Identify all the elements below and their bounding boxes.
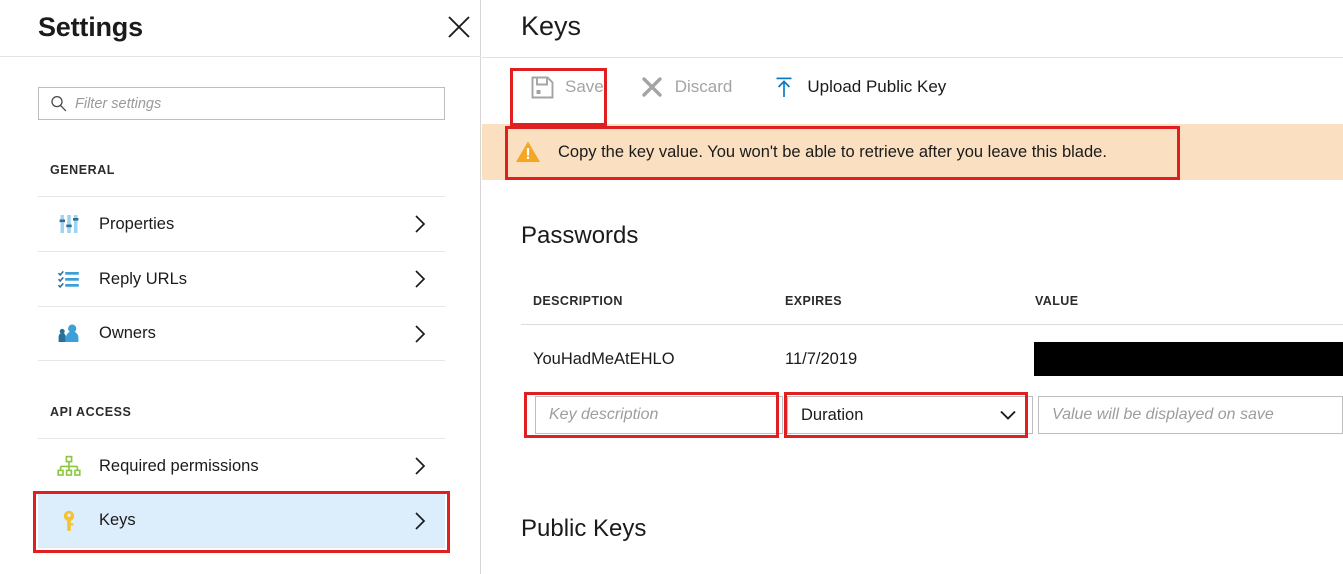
keys-page-title: Keys <box>521 11 581 42</box>
passwords-section-title: Passwords <box>521 222 638 250</box>
search-icon <box>50 95 67 112</box>
sidebar-item-label: Properties <box>99 215 411 234</box>
duration-selected-value: Duration <box>788 406 863 425</box>
azure-portal-screenshot: Settings GENERAL <box>0 0 1343 574</box>
chevron-right-icon <box>411 509 429 533</box>
save-button[interactable]: Save <box>520 67 614 107</box>
warning-triangle-icon <box>515 140 541 164</box>
nav-list-general: Properties <box>38 196 445 361</box>
warning-banner-content: Copy the key value. You won't be able to… <box>482 124 1107 180</box>
sidebar-item-keys[interactable]: Keys <box>38 493 445 548</box>
keys-blade: Keys Save Dis <box>482 0 1343 574</box>
close-icon[interactable] <box>444 12 474 42</box>
upload-public-key-button[interactable]: Upload Public Key <box>762 67 956 107</box>
chevron-right-icon <box>411 322 429 346</box>
hierarchy-icon <box>56 453 82 479</box>
column-header-expires: EXPIRES <box>785 294 842 308</box>
chevron-right-icon <box>411 454 429 478</box>
upload-arrow-icon <box>772 75 796 99</box>
table-cell-description: YouHadMeAtEHLO <box>533 350 675 369</box>
sidebar-item-owners[interactable]: Owners <box>38 306 445 361</box>
discard-button[interactable]: Discard <box>630 67 743 107</box>
key-value-field[interactable] <box>1038 396 1343 434</box>
close-x-icon <box>640 75 664 99</box>
settings-blade: Settings GENERAL <box>0 0 481 574</box>
settings-header: Settings <box>0 0 481 57</box>
column-header-value: VALUE <box>1035 294 1078 308</box>
table-cell-value-redacted <box>1034 342 1343 376</box>
chevron-right-icon <box>411 212 429 236</box>
table-cell-expires: 11/7/2019 <box>785 350 857 369</box>
people-icon <box>56 321 82 347</box>
discard-label: Discard <box>675 77 733 97</box>
upload-public-key-label: Upload Public Key <box>807 77 946 97</box>
sidebar-item-required-permissions[interactable]: Required permissions <box>38 438 445 493</box>
key-description-input[interactable] <box>536 406 782 424</box>
key-description-field[interactable] <box>535 396 783 434</box>
sidebar-item-label: Reply URLs <box>99 270 411 289</box>
filter-settings-field[interactable] <box>38 87 445 120</box>
sidebar-item-label: Keys <box>99 511 411 530</box>
page-title: Settings <box>38 12 143 43</box>
sidebar-item-label: Owners <box>99 324 411 343</box>
sidebar-item-reply-urls[interactable]: Reply URLs <box>38 251 445 306</box>
table-header-divider <box>521 324 1343 325</box>
group-label-api-access: API ACCESS <box>50 405 131 419</box>
checklist-icon <box>56 266 82 292</box>
warning-message: Copy the key value. You won't be able to… <box>558 143 1107 162</box>
key-value-input[interactable] <box>1039 406 1342 424</box>
sidebar-item-properties[interactable]: Properties <box>38 196 445 251</box>
save-label: Save <box>565 77 604 97</box>
command-toolbar: Save Discard Upload Pu <box>482 58 1343 116</box>
public-keys-section-title: Public Keys <box>521 515 646 543</box>
chevron-right-icon <box>411 267 429 291</box>
column-header-description: DESCRIPTION <box>533 294 623 308</box>
key-icon <box>56 508 82 534</box>
search-input[interactable] <box>75 96 444 112</box>
group-label-general: GENERAL <box>50 163 115 177</box>
chevron-down-icon <box>998 408 1032 422</box>
nav-list-api-access: Required permissions Keys <box>38 438 445 548</box>
duration-select[interactable]: Duration <box>787 396 1033 434</box>
warning-banner: Copy the key value. You won't be able to… <box>482 124 1343 180</box>
sliders-icon <box>56 211 82 237</box>
save-disk-icon <box>530 75 554 99</box>
sidebar-item-label: Required permissions <box>99 457 411 476</box>
